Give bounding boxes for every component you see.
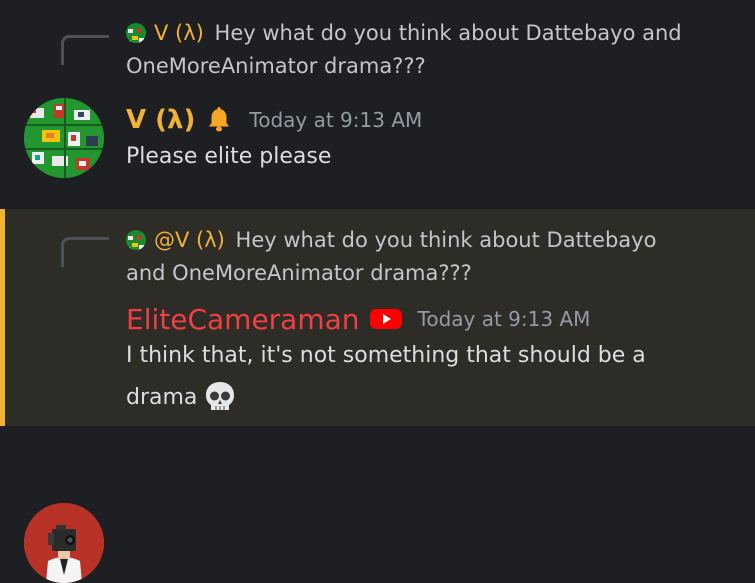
bell-icon <box>205 106 233 134</box>
avatar[interactable] <box>24 503 104 583</box>
timestamp[interactable]: Today at 9:13 AM <box>249 108 422 132</box>
reply-text: Hey what do you think about Dattebayo an… <box>126 21 682 78</box>
avatar[interactable] <box>24 98 104 178</box>
reply-preview[interactable]: V (λ) Hey what do you think about Datteb… <box>126 17 685 83</box>
reply-avatar <box>126 23 146 43</box>
reply-author[interactable]: V (λ) <box>154 21 204 45</box>
skull-emoji-icon <box>203 380 237 429</box>
author-name[interactable]: V (λ) <box>126 105 195 135</box>
reply-author-mention[interactable]: @V (λ) <box>154 228 225 252</box>
mention-highlight-bar <box>0 209 5 426</box>
message-2: @V (λ) Hey what do you think about Datte… <box>0 209 755 583</box>
message-content: I think that, it's not something that sh… <box>126 335 715 429</box>
reply-avatar <box>126 230 146 250</box>
author-name[interactable]: EliteCameraman <box>126 303 360 336</box>
message-1: V (λ) Hey what do you think about Datteb… <box>0 0 755 200</box>
youtube-icon <box>369 307 402 331</box>
reply-preview[interactable]: @V (λ) Hey what do you think about Datte… <box>126 224 685 290</box>
reply-spine <box>61 35 109 65</box>
reply-spine <box>61 237 109 267</box>
message-content: Please elite please <box>126 144 332 169</box>
timestamp[interactable]: Today at 9:13 AM <box>418 307 591 331</box>
